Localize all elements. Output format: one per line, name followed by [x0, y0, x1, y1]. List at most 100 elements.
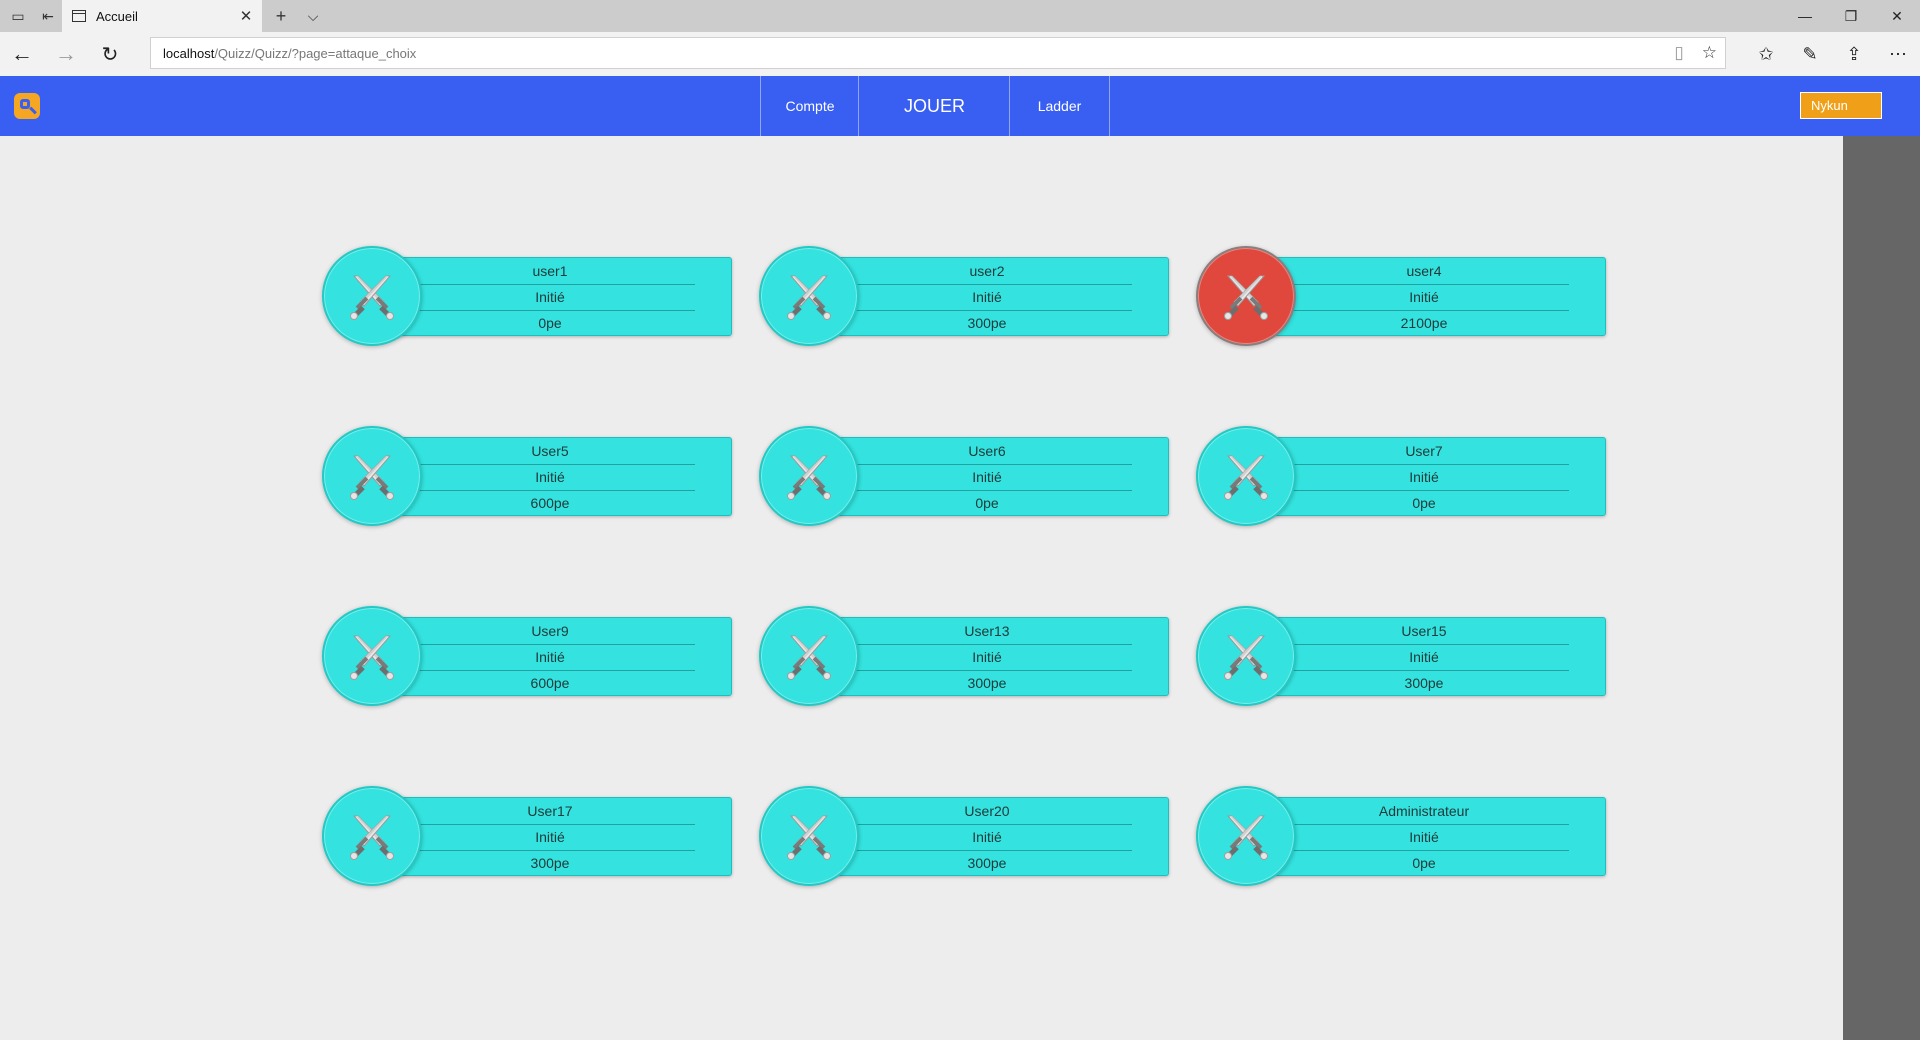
opponent-name: User20 [842, 798, 1132, 825]
crossed-swords-icon [1218, 448, 1274, 504]
opponent-card[interactable]: Administrateur Initié 0pe [1196, 786, 1606, 886]
opponent-rank: Initié [405, 644, 695, 671]
reading-view-icon[interactable]: ▯ [1674, 43, 1683, 63]
opponent-rank: Initié [405, 824, 695, 851]
opponent-name: User7 [1279, 438, 1569, 465]
attack-button[interactable] [322, 426, 422, 526]
attack-button[interactable] [759, 246, 859, 346]
nav-ladder[interactable]: Ladder [1009, 76, 1110, 136]
attack-button[interactable] [322, 786, 422, 886]
scrollbar-gutter [1843, 136, 1920, 1040]
new-tab-icon[interactable]: + [266, 0, 296, 32]
opponent-card[interactable]: User9 Initié 600pe [322, 606, 732, 706]
opponent-points: 300pe [967, 855, 1007, 871]
opponent-name: User13 [842, 618, 1132, 645]
opponent-points: 600pe [530, 495, 570, 511]
opponent-points: 2100pe [1400, 315, 1448, 331]
opponent-card[interactable]: User13 Initié 300pe [759, 606, 1169, 706]
url-path: /Quizz/Quizz/?page=attaque_choix [214, 45, 417, 61]
opponent-card[interactable]: User17 Initié 300pe [322, 786, 732, 886]
attack-button[interactable] [759, 606, 859, 706]
opponent-card[interactable]: User6 Initié 0pe [759, 426, 1169, 526]
opponent-card[interactable]: user1 Initié 0pe [322, 246, 732, 346]
quizz-logo-icon[interactable] [14, 93, 40, 119]
opponent-name: User5 [405, 438, 695, 465]
crossed-swords-icon [344, 808, 400, 864]
crossed-swords-icon [1218, 808, 1274, 864]
crossed-swords-icon [781, 448, 837, 504]
forward-icon[interactable]: → [44, 32, 88, 76]
crossed-swords-icon [344, 268, 400, 324]
opponent-name: User15 [1279, 618, 1569, 645]
opponent-info-panel[interactable]: user2 Initié 300pe [819, 257, 1169, 336]
opponent-rank: Initié [842, 464, 1132, 491]
crossed-swords-icon [344, 628, 400, 684]
opponent-points: 0pe [538, 315, 562, 331]
tab-preview-chevron-icon[interactable]: ⌵ [298, 0, 328, 32]
minimize-icon[interactable]: — [1782, 0, 1828, 32]
site-header: Compte JOUER Ladder Nykun [0, 76, 1920, 136]
opponent-name: user2 [842, 258, 1132, 285]
restore-icon[interactable]: ❐ [1828, 0, 1874, 32]
opponent-card[interactable]: user2 Initié 300pe [759, 246, 1169, 346]
web-note-pen-icon[interactable]: ✎ [1790, 32, 1830, 76]
attack-button[interactable] [1196, 786, 1296, 886]
opponent-card[interactable]: User20 Initié 300pe [759, 786, 1169, 886]
attack-button[interactable] [322, 606, 422, 706]
url-input[interactable]: localhost/Quizz/Quizz/?page=attaque_choi… [150, 37, 1726, 69]
browser-tab[interactable]: Accueil ✕ [62, 0, 262, 32]
attack-button[interactable] [759, 786, 859, 886]
opponent-card[interactable]: user4 Initié 2100pe [1196, 246, 1606, 346]
tab-title: Accueil [96, 8, 138, 24]
attack-button[interactable] [1196, 606, 1296, 706]
refresh-icon[interactable]: ↻ [88, 32, 132, 76]
favorites-hub-icon[interactable]: ✩ [1746, 32, 1786, 76]
opponent-info-panel[interactable]: User13 Initié 300pe [819, 617, 1169, 696]
attack-button[interactable] [322, 246, 422, 346]
opponent-info-panel[interactable]: User15 Initié 300pe [1256, 617, 1606, 696]
crossed-swords-icon [781, 268, 837, 324]
url-host: localhost [163, 45, 215, 61]
share-icon[interactable]: ⇪ [1834, 32, 1874, 76]
opponent-card[interactable]: User15 Initié 300pe [1196, 606, 1606, 706]
attack-button[interactable] [1196, 426, 1296, 526]
opponent-info-panel[interactable]: User17 Initié 300pe [382, 797, 732, 876]
nav-compte[interactable]: Compte [760, 76, 859, 136]
opponent-info-panel[interactable]: User20 Initié 300pe [819, 797, 1169, 876]
opponent-info-panel[interactable]: user1 Initié 0pe [382, 257, 732, 336]
opponent-card[interactable]: User7 Initié 0pe [1196, 426, 1606, 526]
close-window-icon[interactable]: ✕ [1874, 0, 1920, 32]
opponent-info-panel[interactable]: User6 Initié 0pe [819, 437, 1169, 516]
opponent-card[interactable]: User5 Initié 600pe [322, 426, 732, 526]
crossed-swords-icon [344, 448, 400, 504]
opponent-info-panel[interactable]: User7 Initié 0pe [1256, 437, 1606, 516]
browser-address-bar: ← → ↻ localhost/Quizz/Quizz/?page=attaqu… [0, 32, 1920, 76]
back-icon[interactable]: ← [0, 32, 44, 76]
attack-button[interactable] [1196, 246, 1296, 346]
crossed-swords-icon [1218, 628, 1274, 684]
opponent-points: 300pe [1404, 675, 1444, 691]
opponent-info-panel[interactable]: Administrateur Initié 0pe [1256, 797, 1606, 876]
opponent-points: 300pe [530, 855, 570, 871]
opponent-name: User6 [842, 438, 1132, 465]
attack-button[interactable] [759, 426, 859, 526]
opponent-info-panel[interactable]: User5 Initié 600pe [382, 437, 732, 516]
user-account-button[interactable]: Nykun [1800, 92, 1882, 119]
opponent-rank: Initié [1279, 284, 1569, 311]
opponent-name: User9 [405, 618, 695, 645]
tab-close-icon[interactable]: ✕ [230, 7, 262, 25]
opponent-name: Administrateur [1279, 798, 1569, 825]
opponent-rank: Initié [842, 644, 1132, 671]
nav-jouer[interactable]: JOUER [858, 76, 1010, 136]
opponent-rank: Initié [405, 464, 695, 491]
opponent-info-panel[interactable]: User9 Initié 600pe [382, 617, 732, 696]
more-options-icon[interactable]: ⋯ [1878, 32, 1918, 76]
favorite-star-icon[interactable]: ☆ [1702, 43, 1717, 63]
opponent-rank: Initié [842, 824, 1132, 851]
opponent-name: User17 [405, 798, 695, 825]
opponent-info-panel[interactable]: user4 Initié 2100pe [1256, 257, 1606, 336]
crossed-swords-icon [1218, 268, 1274, 324]
set-aside-tabs-icon[interactable]: ⇤ [34, 0, 62, 32]
tab-list-icon[interactable]: ▭ [4, 0, 32, 32]
crossed-swords-icon [781, 628, 837, 684]
